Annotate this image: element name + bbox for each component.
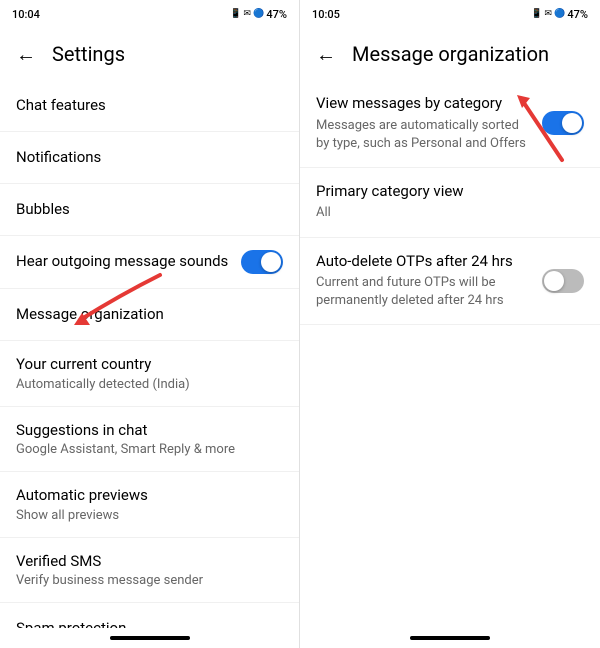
- settings-item-bubbles[interactable]: Bubbles: [0, 184, 299, 236]
- right-home-indicator: [300, 628, 600, 648]
- notification-icons: 📱 ✉ 🔵: [230, 9, 264, 19]
- msg-org-title-auto-delete-otps: Auto-delete OTPs after 24 hrs: [316, 252, 534, 272]
- settings-item-title-message-org: Message organization: [16, 305, 283, 325]
- msg-org-subtitle-primary-category: All: [316, 204, 576, 222]
- settings-item-title-hear-sounds: Hear outgoing message sounds: [16, 252, 241, 272]
- right-toggle-view-by-category[interactable]: [542, 111, 584, 135]
- settings-item-subtitle-verified-sms: Verify business message sender: [16, 573, 283, 588]
- right-battery-pct: 47%: [567, 8, 588, 21]
- settings-item-current-country[interactable]: Your current country Automatically detect…: [0, 341, 299, 407]
- right-panel: 10:05 📱 ✉ 🔵 47% ← Message organization V…: [300, 0, 600, 648]
- settings-item-subtitle-current-country: Automatically detected (India): [16, 377, 283, 392]
- left-status-icons: 📱 ✉ 🔵 47%: [230, 8, 287, 21]
- right-back-button[interactable]: ←: [316, 42, 336, 67]
- msg-org-item-auto-delete-otps[interactable]: Auto-delete OTPs after 24 hrsCurrent and…: [300, 238, 600, 326]
- msg-org-content-view-by-category: View messages by category Messages are au…: [316, 94, 542, 153]
- settings-item-chat-features[interactable]: Chat features: [0, 80, 299, 132]
- settings-item-subtitle-suggestions: Google Assistant, Smart Reply & more: [16, 442, 283, 457]
- left-home-bar: [110, 636, 190, 640]
- msg-org-subtitle-view-by-category: Messages are automatically sorted by typ…: [316, 117, 534, 153]
- msg-org-item-primary-category[interactable]: Primary category view All: [300, 168, 600, 238]
- settings-item-title-suggestions: Suggestions in chat: [16, 421, 283, 441]
- right-header-title: Message organization: [352, 42, 549, 66]
- settings-item-content-verified-sms: Verified SMSVerify business message send…: [16, 552, 283, 589]
- settings-item-content-suggestions: Suggestions in chatGoogle Assistant, Sma…: [16, 421, 283, 458]
- settings-item-hear-sounds[interactable]: Hear outgoing message sounds: [0, 236, 299, 289]
- settings-item-auto-previews[interactable]: Automatic previews Show all previews: [0, 472, 299, 538]
- msg-org-subtitle-auto-delete-otps: Current and future OTPs will be permanen…: [316, 274, 534, 310]
- settings-item-content-notifications: Notifications: [16, 148, 283, 168]
- settings-item-notifications[interactable]: Notifications: [0, 132, 299, 184]
- toggle-knob-hear-sounds: [261, 252, 281, 272]
- left-time: 10:04: [12, 8, 40, 21]
- msg-org-title-primary-category: Primary category view: [316, 182, 576, 202]
- left-status-bar: 10:04 📱 ✉ 🔵 47%: [0, 0, 299, 28]
- settings-item-content-spam-protection: Spam protection: [16, 619, 283, 628]
- settings-item-subtitle-auto-previews: Show all previews: [16, 508, 283, 523]
- settings-item-content-current-country: Your current country Automatically detect…: [16, 355, 283, 392]
- left-panel: 10:04 📱 ✉ 🔵 47% ← Settings Chat features…: [0, 0, 300, 648]
- settings-item-title-auto-previews: Automatic previews: [16, 486, 283, 506]
- right-toggle-auto-delete-otps[interactable]: [542, 269, 584, 293]
- settings-item-content-chat-features: Chat features: [16, 96, 283, 116]
- right-header: ← Message organization: [300, 28, 600, 80]
- settings-item-content-message-org: Message organization: [16, 305, 283, 325]
- settings-item-content-hear-sounds: Hear outgoing message sounds: [16, 252, 241, 272]
- left-header: ← Settings: [0, 28, 299, 80]
- right-toggle-knob-view-by-category: [562, 113, 582, 133]
- right-notification-icons: 📱 ✉ 🔵: [531, 9, 565, 19]
- left-header-title: Settings: [52, 42, 125, 66]
- settings-item-message-org[interactable]: Message organization: [0, 289, 299, 341]
- msg-org-item-view-by-category[interactable]: View messages by category Messages are au…: [300, 80, 600, 168]
- right-status-icons: 📱 ✉ 🔵 47%: [531, 8, 588, 21]
- settings-item-title-notifications: Notifications: [16, 148, 283, 168]
- right-time: 10:05: [312, 8, 340, 21]
- settings-item-spam-protection[interactable]: Spam protection: [0, 603, 299, 628]
- settings-item-title-spam-protection: Spam protection: [16, 619, 283, 628]
- left-back-button[interactable]: ←: [16, 42, 36, 67]
- msg-org-content-auto-delete-otps: Auto-delete OTPs after 24 hrsCurrent and…: [316, 252, 542, 311]
- settings-item-title-verified-sms: Verified SMS: [16, 552, 283, 572]
- settings-item-verified-sms[interactable]: Verified SMSVerify business message send…: [0, 538, 299, 604]
- settings-item-title-current-country: Your current country: [16, 355, 283, 375]
- settings-item-content-auto-previews: Automatic previews Show all previews: [16, 486, 283, 523]
- right-toggle-knob-auto-delete-otps: [544, 271, 564, 291]
- message-org-list: View messages by category Messages are au…: [300, 80, 600, 628]
- settings-item-title-chat-features: Chat features: [16, 96, 283, 116]
- msg-org-content-primary-category: Primary category view All: [316, 182, 584, 223]
- left-battery-pct: 47%: [266, 8, 287, 21]
- right-status-bar: 10:05 📱 ✉ 🔵 47%: [300, 0, 600, 28]
- right-home-bar: [410, 636, 490, 640]
- settings-item-content-bubbles: Bubbles: [16, 200, 283, 220]
- msg-org-title-view-by-category: View messages by category: [316, 94, 534, 114]
- settings-list: Chat features Notifications Bubbles Hear ou…: [0, 80, 299, 628]
- settings-item-title-bubbles: Bubbles: [16, 200, 283, 220]
- toggle-hear-sounds[interactable]: [241, 250, 283, 274]
- left-home-indicator: [0, 628, 299, 648]
- settings-item-suggestions[interactable]: Suggestions in chatGoogle Assistant, Sma…: [0, 407, 299, 473]
